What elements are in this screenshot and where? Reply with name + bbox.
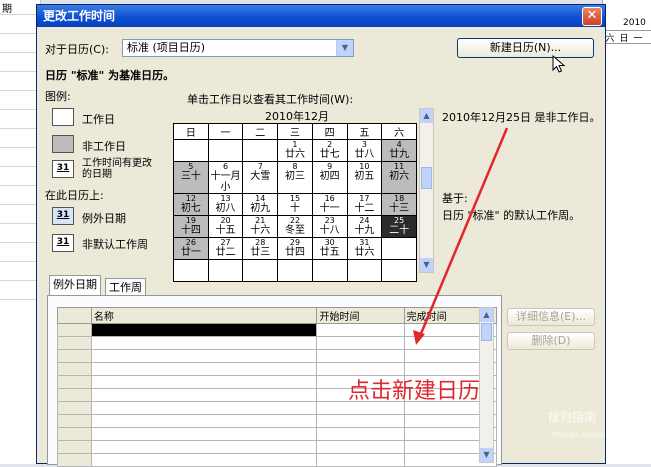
annotation-arrow: [413, 127, 509, 345]
watermark-logo: 搜狗指南: [548, 410, 597, 424]
annotation-text: 点击新建日历: [348, 379, 481, 404]
watermark-url: zhinan.sogou.com: [552, 430, 625, 439]
